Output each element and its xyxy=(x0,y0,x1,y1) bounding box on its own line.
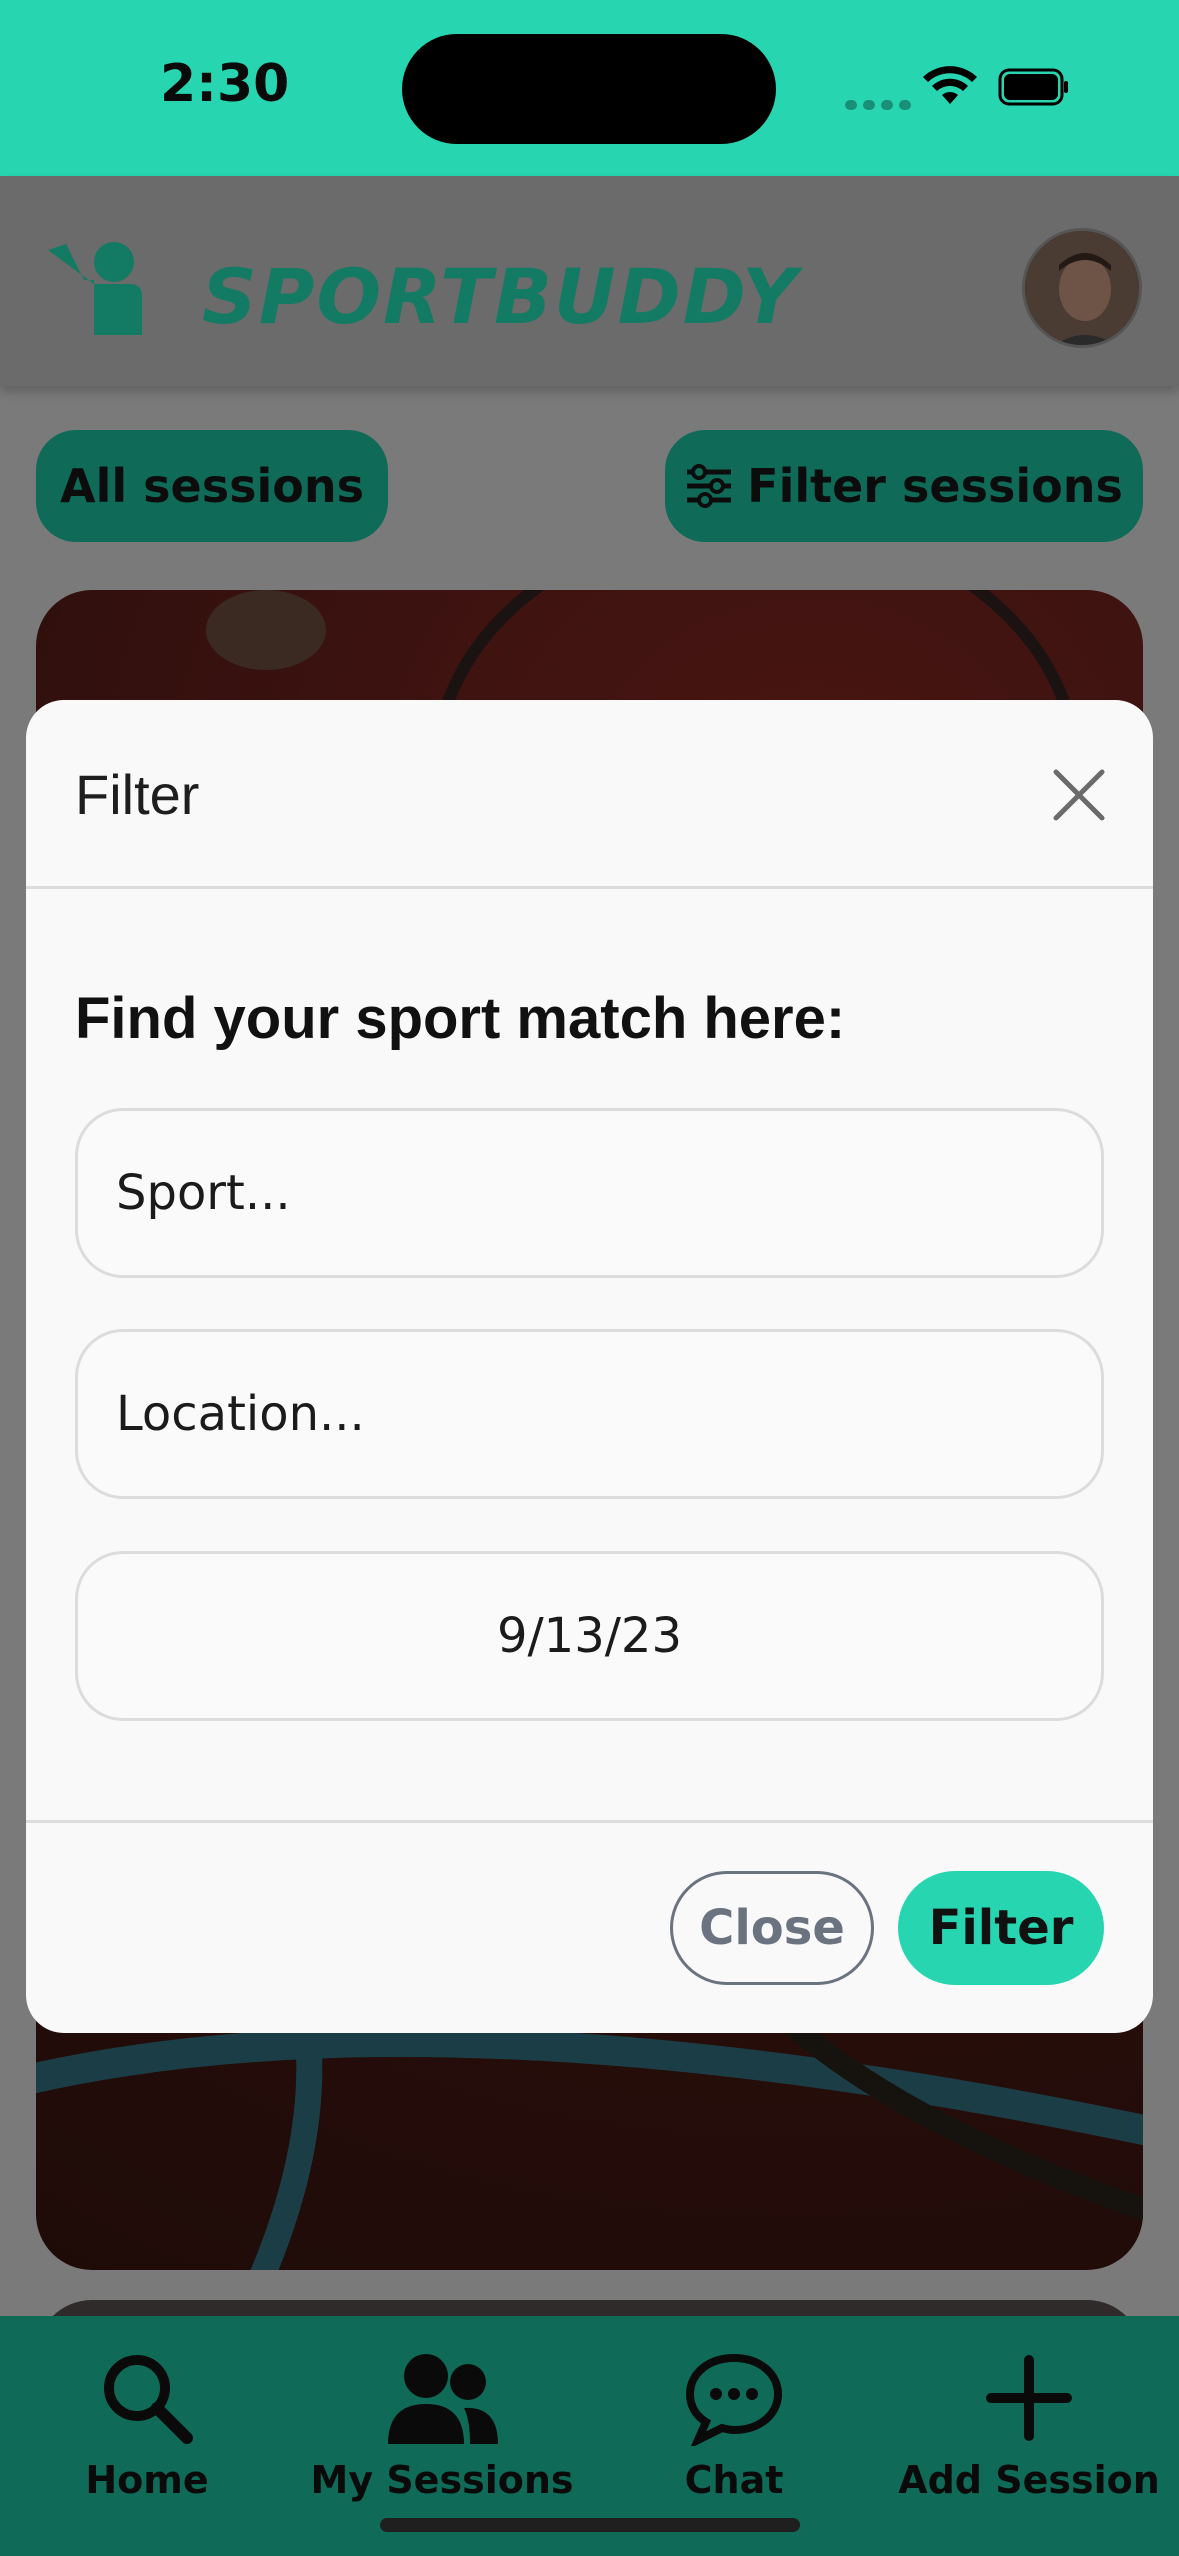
nav-my-sessions[interactable]: My Sessions xyxy=(297,2350,587,2502)
date-input[interactable]: 9/13/23 xyxy=(75,1551,1104,1721)
close-icon[interactable] xyxy=(1050,766,1108,824)
location-input-placeholder: Location... xyxy=(116,1386,365,1442)
cellular-signal-icon xyxy=(845,95,927,110)
app-name: SPORTBUDDY xyxy=(202,252,799,341)
chat-icon xyxy=(685,2353,783,2449)
nav-chat[interactable]: Chat xyxy=(589,2350,879,2502)
modal-header-divider xyxy=(26,886,1153,889)
app-logo-icon xyxy=(48,242,142,335)
filter-sessions-button[interactable]: Filter sessions xyxy=(665,430,1143,542)
filter-button-label: Filter xyxy=(928,1900,1074,1956)
nav-chat-label: Chat xyxy=(684,2458,784,2502)
modal-title: Filter xyxy=(75,763,200,826)
sport-input[interactable]: Sport... xyxy=(75,1108,1104,1278)
users-icon xyxy=(388,2354,498,2444)
close-button-label: Close xyxy=(699,1900,845,1956)
search-icon xyxy=(104,2355,193,2444)
wifi-icon xyxy=(923,66,977,104)
plus-icon xyxy=(986,2355,1072,2441)
filter-sessions-label: Filter sessions xyxy=(747,459,1123,513)
profile-avatar[interactable] xyxy=(1022,228,1142,348)
location-input[interactable]: Location... xyxy=(75,1329,1104,1499)
nav-home[interactable]: Home xyxy=(2,2350,292,2502)
all-sessions-button[interactable]: All sessions xyxy=(36,430,388,542)
close-button[interactable]: Close xyxy=(670,1871,874,1985)
status-time: 2:30 xyxy=(160,54,290,114)
home-indicator xyxy=(380,2518,800,2532)
nav-add-session[interactable]: Add Session xyxy=(884,2350,1174,2502)
battery-icon xyxy=(998,68,1068,106)
nav-home-label: Home xyxy=(85,2458,209,2502)
modal-heading: Find your sport match here: xyxy=(75,986,846,1051)
dynamic-island xyxy=(402,34,776,144)
all-sessions-label: All sessions xyxy=(60,459,364,513)
sliders-icon xyxy=(687,464,732,508)
sport-input-placeholder: Sport... xyxy=(116,1165,291,1221)
date-input-value: 9/13/23 xyxy=(496,1608,683,1664)
modal-footer-divider xyxy=(26,1820,1153,1823)
nav-my-sessions-label: My Sessions xyxy=(310,2458,574,2502)
filter-button[interactable]: Filter xyxy=(898,1871,1104,1985)
nav-add-session-label: Add Session xyxy=(898,2458,1160,2502)
